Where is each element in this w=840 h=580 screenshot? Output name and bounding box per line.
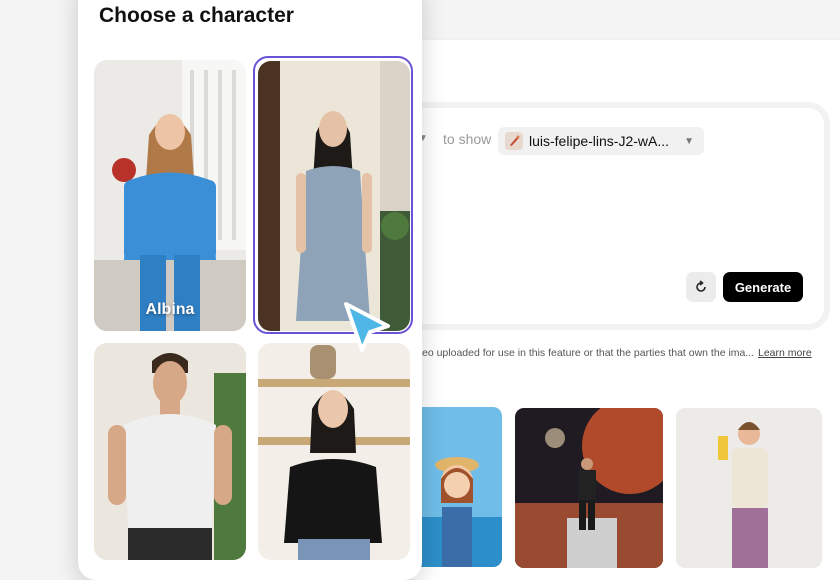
chevron-down-icon: ▼	[684, 136, 694, 147]
video-select[interactable]: luis-felipe-lins-J2-wA... ▼	[498, 127, 704, 155]
pointer-cursor-icon	[344, 302, 390, 352]
character-card-albina[interactable]: Albina	[94, 60, 246, 331]
character-photo	[258, 343, 410, 560]
character-card-woman-black[interactable]	[258, 343, 410, 560]
gallery-item-presenter[interactable]	[676, 408, 822, 568]
to-show-label: to show	[443, 131, 492, 147]
gallery-item-cartoon-girl[interactable]	[412, 407, 502, 567]
character-photo	[94, 60, 246, 331]
character-card-man[interactable]	[94, 343, 246, 560]
reset-button[interactable]	[686, 272, 716, 302]
selected-indicator	[253, 56, 413, 334]
refresh-icon	[696, 280, 706, 292]
video-thumbnail-icon	[505, 132, 523, 150]
disclaimer-text: eo uploaded for use in this feature or t…	[422, 347, 755, 359]
gallery-item-mars-walk[interactable]	[515, 408, 663, 568]
generate-button[interactable]: Generate	[723, 272, 803, 302]
character-name: Albina	[145, 301, 195, 318]
learn-more-link[interactable]: Learn more	[758, 347, 812, 359]
video-name: luis-felipe-lins-J2-wA...	[529, 133, 670, 149]
character-photo	[94, 343, 246, 560]
picker-title: Choose a character	[99, 4, 294, 27]
